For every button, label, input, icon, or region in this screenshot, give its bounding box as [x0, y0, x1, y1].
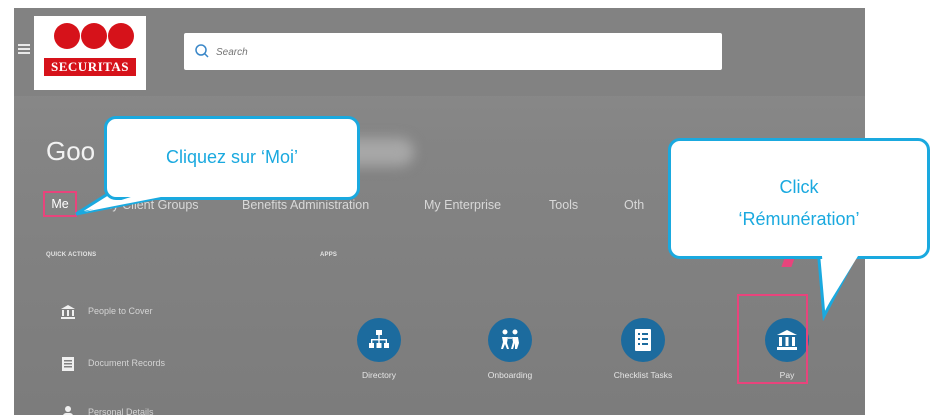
callout-tail-fill — [84, 196, 858, 308]
